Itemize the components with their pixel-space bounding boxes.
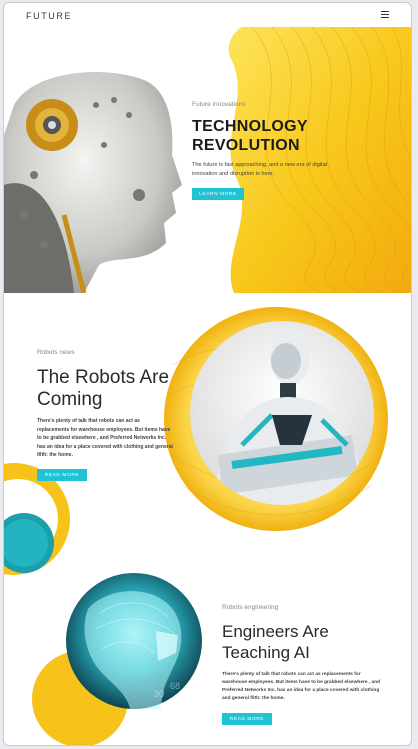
hero-description: The future is fast approaching, and a ne… <box>192 162 327 177</box>
hamburger-icon[interactable] <box>381 11 389 18</box>
hero-title-line1: TECHNOLOGY <box>192 118 308 135</box>
ai-head-circle: 30 68 <box>30 569 210 745</box>
ai-head-image: 30 68 <box>32 573 202 745</box>
robot-portrait-circle <box>162 305 390 533</box>
section3-read-more-button[interactable]: READ MORE <box>222 713 272 725</box>
hero-yellow-wave-background <box>228 27 411 293</box>
robot-head-image <box>4 72 182 293</box>
section3-kicker: Robots engineering <box>222 604 279 611</box>
page-frame: FUTURE Future innovations TECHNOLOGY REV… <box>3 2 412 746</box>
hero-title-line2: REVOLUTION <box>192 137 300 154</box>
svg-text:30: 30 <box>154 689 164 699</box>
svg-text:68: 68 <box>170 681 180 691</box>
robot-arms-crossed-image <box>164 307 389 531</box>
section3-description: There's plenty of talk that robots can a… <box>222 672 381 701</box>
section2-kicker: Robots news <box>37 349 75 356</box>
hero-kicker: Future innovations <box>192 101 246 108</box>
site-logo[interactable]: FUTURE <box>26 11 72 21</box>
hero-title: TECHNOLOGY REVOLUTION <box>192 117 342 155</box>
section2-description: There's plenty of talk that robots can a… <box>37 418 173 459</box>
section2-read-more-button[interactable]: READ MORE <box>37 469 87 481</box>
site-header: FUTURE <box>4 3 411 27</box>
section2-title: The Robots Are Coming <box>37 367 170 410</box>
section3-title: Engineers Are Teaching AI <box>222 622 329 662</box>
hero-learn-more-button[interactable]: LEARN MORE <box>192 188 244 200</box>
